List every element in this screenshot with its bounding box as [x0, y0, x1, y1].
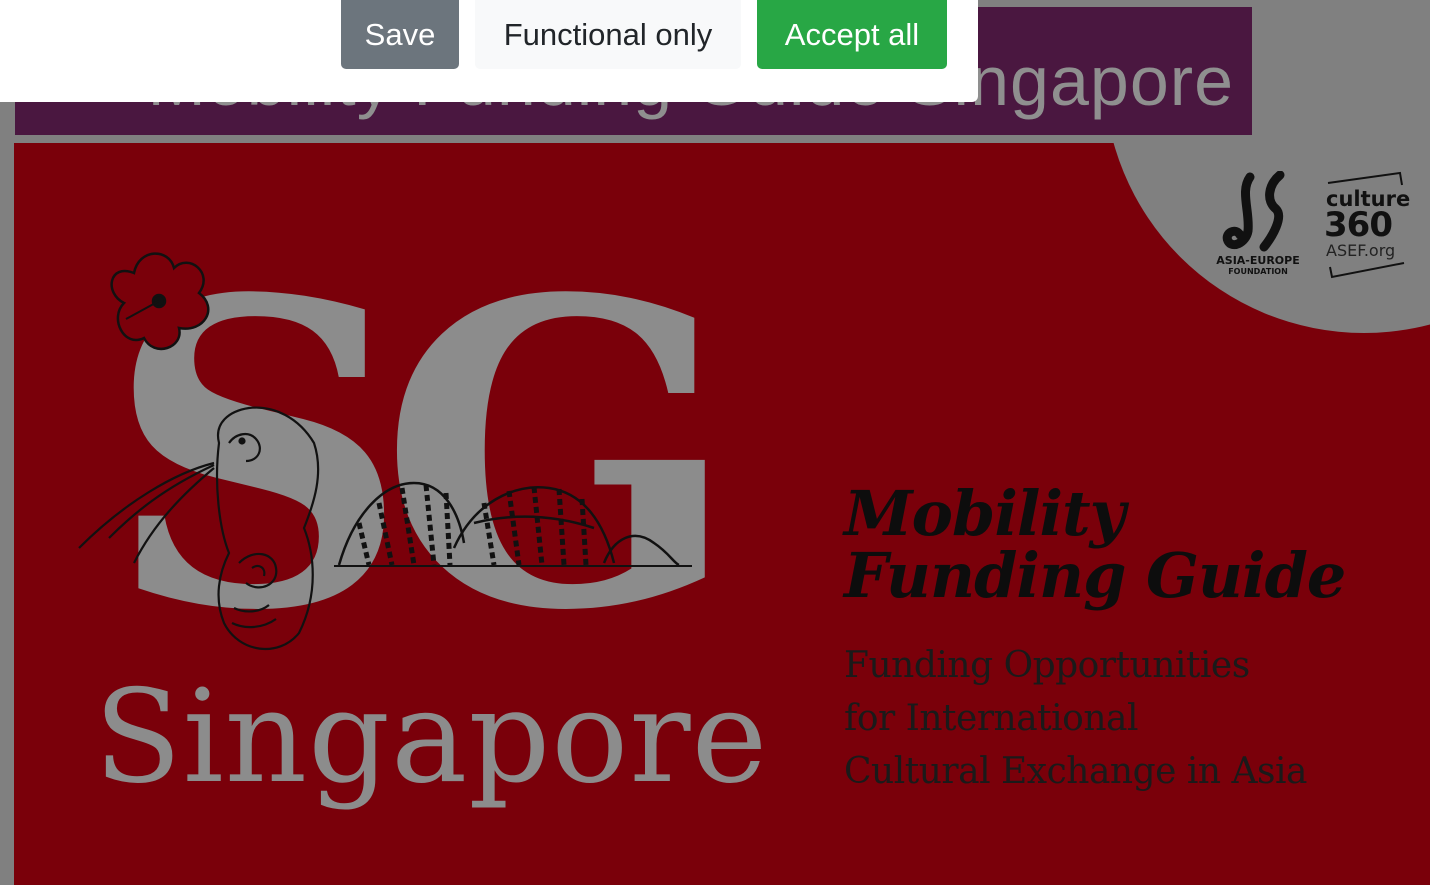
guide-title: Mobility Funding Guide — [844, 477, 1346, 612]
culture360-url: ASEF.org — [1326, 241, 1396, 260]
guide-subtitle-line1: Funding Opportunities — [844, 645, 1250, 686]
guide-subtitle-line2: for International — [844, 698, 1139, 739]
guide-title-line2: Funding Guide — [844, 539, 1346, 612]
culture360-number: 360 — [1324, 205, 1393, 245]
functional-only-button[interactable]: Functional only — [475, 0, 741, 69]
cover-poster: SG Singapore Mobility Funding Guide Fund… — [14, 143, 1430, 885]
cookie-consent-bar: Save Functional only Accept all — [0, 0, 978, 102]
city-heading: Singapore — [94, 663, 769, 812]
accept-all-button[interactable]: Accept all — [757, 0, 947, 69]
guide-title-line1: Mobility — [844, 477, 1126, 550]
guide-subtitle: Funding Opportunities for International … — [844, 639, 1308, 798]
save-button[interactable]: Save — [341, 0, 459, 69]
sg-illustration: SG — [78, 210, 734, 703]
asef-logo-caption: ASIA-EUROPE FOUNDATION — [1206, 255, 1310, 277]
guide-subtitle-line3: Cultural Exchange in Asia — [844, 751, 1308, 792]
asef-logo-line2: FOUNDATION — [1228, 267, 1288, 276]
